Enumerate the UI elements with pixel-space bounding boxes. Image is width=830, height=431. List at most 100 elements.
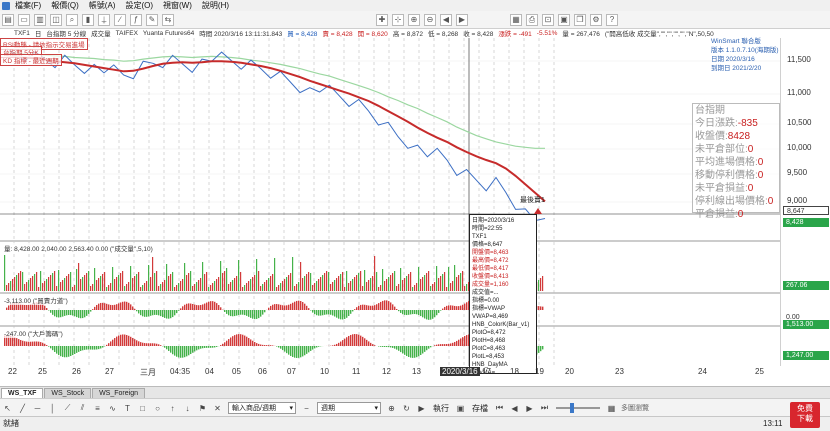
player-bar	[180, 346, 181, 358]
layout-icon[interactable]: ▣	[558, 14, 570, 26]
search-icon[interactable]: ⌕	[66, 14, 78, 26]
player-bar	[308, 346, 309, 352]
volume-bar	[200, 278, 201, 291]
settings-icon[interactable]: ⚙	[590, 14, 602, 26]
crosshair-icon[interactable]: ⊹	[392, 14, 404, 26]
text-tool-icon[interactable]: T	[122, 403, 133, 414]
arrow-down-tool-icon[interactable]: ↓	[182, 403, 193, 414]
info-line-4: 到期日 2021/2/20	[711, 64, 783, 73]
refresh-icon[interactable]: ↻	[401, 403, 412, 414]
hline-tool-icon[interactable]: ─	[32, 403, 43, 414]
line-tool-icon[interactable]: ╱	[17, 403, 28, 414]
indicator-icon[interactable]: ƒ	[130, 14, 142, 26]
player-bar	[272, 345, 273, 346]
volume-bar	[430, 286, 431, 291]
quote-icon[interactable]: ▥	[34, 14, 46, 26]
panel3-value-tag: 1,247.00	[783, 351, 829, 360]
player-bar	[52, 346, 53, 350]
window-icon[interactable]: ❐	[574, 14, 586, 26]
lock-icon[interactable]: ⊡	[542, 14, 554, 26]
player-bar	[454, 342, 455, 346]
pressure-bar	[328, 310, 329, 314]
chart-area[interactable]: 最後賣1	[0, 38, 780, 366]
menu-account[interactable]: 帳號(A)	[89, 0, 116, 11]
symbol-input-select[interactable]: 輸入商品/週期	[228, 402, 296, 414]
prev-icon[interactable]: ◀	[509, 403, 520, 414]
player-bar	[164, 346, 165, 348]
time-axis[interactable]: 22252627三月04:3504050607101112132020/3/16…	[0, 366, 780, 378]
compare-icon[interactable]: ⇆	[162, 14, 174, 26]
cycle-tool-icon[interactable]: ∿	[107, 403, 118, 414]
pressure-bar	[66, 310, 67, 315]
perf-value: 0	[768, 196, 774, 207]
volume-bar	[144, 283, 145, 291]
first-icon[interactable]: ⏮	[494, 403, 505, 414]
price-tick: 9,500	[787, 168, 807, 177]
zoom-slider[interactable]	[556, 407, 600, 409]
line-chart-icon[interactable]: ∕	[114, 14, 126, 26]
volume-bar	[310, 273, 311, 291]
pressure-bar	[276, 304, 277, 310]
grid-icon[interactable]: ▦	[510, 14, 522, 26]
menu-settings[interactable]: 設定(O)	[125, 0, 153, 11]
menu-file[interactable]: 檔案(F)	[15, 0, 41, 11]
candle-icon[interactable]: ⍊	[98, 14, 110, 26]
pressure-bar	[224, 310, 225, 312]
order-icon[interactable]: ◫	[50, 14, 62, 26]
cross-icon[interactable]: ✚	[376, 14, 388, 26]
arrow-up-tool-icon[interactable]: ↑	[167, 403, 178, 414]
menu-help[interactable]: 說明(H)	[202, 0, 229, 11]
period-minus-icon[interactable]: −	[301, 403, 312, 414]
mode-label[interactable]: 執行	[433, 403, 449, 414]
marker-tool-icon[interactable]: ⚑	[197, 403, 208, 414]
draw-icon[interactable]: ✎	[146, 14, 158, 26]
volume-bar	[178, 283, 179, 291]
zoom-slider-thumb[interactable]	[570, 403, 574, 413]
save-icon[interactable]: ▣	[455, 403, 466, 414]
next-icon[interactable]: ▶	[524, 403, 535, 414]
zoom-icon[interactable]: ⊕	[386, 403, 397, 414]
player-bar	[362, 337, 363, 346]
print-icon[interactable]: ⎙	[526, 14, 538, 26]
zoom-in-icon[interactable]: ⊕	[408, 14, 420, 26]
fib-tool-icon[interactable]: ≡	[92, 403, 103, 414]
pointer-icon[interactable]: ↖	[2, 403, 13, 414]
save-label[interactable]: 存檔	[472, 403, 488, 414]
rect-tool-icon[interactable]: □	[137, 403, 148, 414]
grid-view-icon[interactable]: ▦	[606, 403, 617, 414]
player-bar	[282, 346, 283, 350]
free-download-badge[interactable]: 免費 下載	[790, 402, 820, 428]
pressure-bar	[190, 304, 191, 310]
player-bar	[22, 341, 23, 346]
period-select[interactable]: 週期	[317, 402, 381, 414]
ellipse-tool-icon[interactable]: ○	[152, 403, 163, 414]
volume-bar	[126, 284, 127, 291]
channel-tool-icon[interactable]: ⫽	[77, 403, 88, 414]
play-icon[interactable]: ▶	[416, 403, 427, 414]
zoom-out-icon[interactable]: ⊖	[424, 14, 436, 26]
pressure-bar	[176, 310, 177, 313]
delete-tool-icon[interactable]: ✕	[212, 403, 223, 414]
open-icon[interactable]: ▭	[18, 14, 30, 26]
menu-quote[interactable]: 報價(Q)	[51, 0, 79, 11]
pressure-bar	[148, 310, 149, 316]
volume-bar	[120, 273, 121, 291]
menu-window[interactable]: 視窗(W)	[163, 0, 192, 11]
pressure-bar	[108, 304, 109, 310]
scroll-right-icon[interactable]: ▶	[456, 14, 468, 26]
bar-chart-icon[interactable]: ▮	[82, 14, 94, 26]
scroll-left-icon[interactable]: ◀	[440, 14, 452, 26]
new-chart-icon[interactable]: ▤	[2, 14, 14, 26]
last-icon[interactable]: ⏭	[539, 403, 550, 414]
pressure-bar	[454, 306, 455, 310]
volume-bar	[416, 283, 417, 291]
vline-tool-icon[interactable]: │	[47, 403, 58, 414]
quote-field: 賣 = 8,428	[322, 28, 352, 38]
multi-view-label[interactable]: 多圖瀏覽	[621, 403, 649, 413]
price-axis[interactable]: 11,50011,00010,50010,0009,5009,0008,6478…	[780, 38, 830, 366]
help-icon[interactable]: ?	[606, 14, 618, 26]
player-bar	[240, 334, 241, 346]
volume-panel-label: 量: 8,428.00 2,040.00 2,563.40 0.00 ("成交量…	[2, 243, 155, 253]
ray-tool-icon[interactable]: ⟋	[62, 403, 73, 414]
pressure-bar	[146, 310, 147, 317]
